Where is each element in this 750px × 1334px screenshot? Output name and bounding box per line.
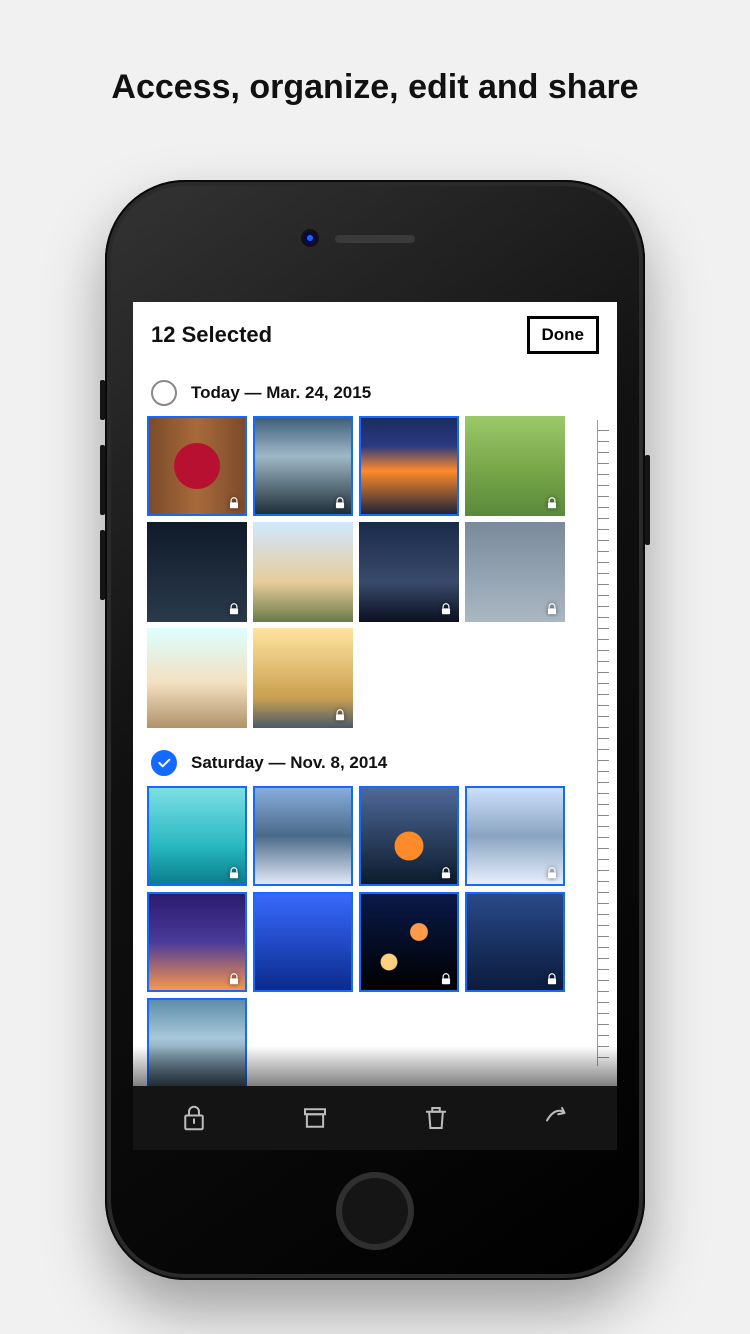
section-header: Saturday — Nov. 8, 2014 [147, 742, 617, 786]
lock-badge-icon [439, 972, 453, 986]
section-date-label: Today — Mar. 24, 2015 [191, 383, 371, 403]
photo-thumbnail[interactable] [465, 786, 565, 886]
photo-thumbnail[interactable] [147, 416, 247, 516]
lock-icon[interactable] [179, 1103, 209, 1133]
lock-badge-icon [227, 972, 241, 986]
photo-thumbnail[interactable] [465, 416, 565, 516]
lock-badge-icon [333, 708, 347, 722]
select-all-toggle[interactable] [151, 750, 177, 776]
header-bar: 12 Selected Done [133, 302, 617, 368]
archive-icon[interactable] [300, 1103, 330, 1133]
photo-grid [147, 786, 617, 1086]
phone-mute-switch [100, 380, 105, 420]
photo-thumbnail[interactable] [253, 786, 353, 886]
done-button[interactable]: Done [527, 316, 600, 354]
phone-volume-up [100, 445, 105, 515]
photo-thumbnail[interactable] [359, 786, 459, 886]
phone-home-button [336, 1172, 414, 1250]
lock-badge-icon [545, 866, 559, 880]
photo-grid [147, 416, 617, 742]
lock-badge-icon [439, 866, 453, 880]
photo-thumbnail[interactable] [147, 522, 247, 622]
photo-thumbnail[interactable] [253, 628, 353, 728]
app-screen: 12 Selected Done Today — Mar. 24, 2015 Sa… [133, 302, 617, 1150]
photo-scroll-area[interactable]: Today — Mar. 24, 2015 Saturday — Nov. 8, … [133, 368, 617, 1086]
lock-badge-icon [545, 496, 559, 510]
selection-count: 12 Selected [151, 322, 272, 348]
promo-headline: Access, organize, edit and share [0, 68, 750, 107]
photo-thumbnail[interactable] [147, 892, 247, 992]
section-date-label: Saturday — Nov. 8, 2014 [191, 753, 387, 773]
phone-power-button [645, 455, 650, 545]
photo-thumbnail[interactable] [147, 998, 247, 1086]
trash-icon[interactable] [421, 1103, 451, 1133]
phone-front-camera [303, 231, 317, 245]
lock-badge-icon [227, 602, 241, 616]
select-all-toggle[interactable] [151, 380, 177, 406]
photo-thumbnail[interactable] [465, 522, 565, 622]
lock-badge-icon [333, 496, 347, 510]
lock-badge-icon [545, 972, 559, 986]
photo-thumbnail[interactable] [465, 892, 565, 992]
photo-thumbnail[interactable] [147, 628, 247, 728]
action-toolbar [133, 1086, 617, 1150]
section-header: Today — Mar. 24, 2015 [147, 372, 617, 416]
photo-thumbnail[interactable] [359, 892, 459, 992]
phone-earpiece [335, 235, 415, 243]
photo-thumbnail[interactable] [359, 416, 459, 516]
photo-thumbnail[interactable] [147, 786, 247, 886]
lock-badge-icon [439, 602, 453, 616]
phone-mockup: 12 Selected Done Today — Mar. 24, 2015 Sa… [105, 180, 645, 1280]
lock-badge-icon [545, 602, 559, 616]
lock-badge-icon [227, 866, 241, 880]
photo-thumbnail[interactable] [253, 522, 353, 622]
phone-volume-down [100, 530, 105, 600]
photo-thumbnail[interactable] [253, 416, 353, 516]
lock-badge-icon [227, 496, 241, 510]
share-icon[interactable] [542, 1103, 572, 1133]
photo-thumbnail[interactable] [359, 522, 459, 622]
photo-thumbnail[interactable] [253, 892, 353, 992]
